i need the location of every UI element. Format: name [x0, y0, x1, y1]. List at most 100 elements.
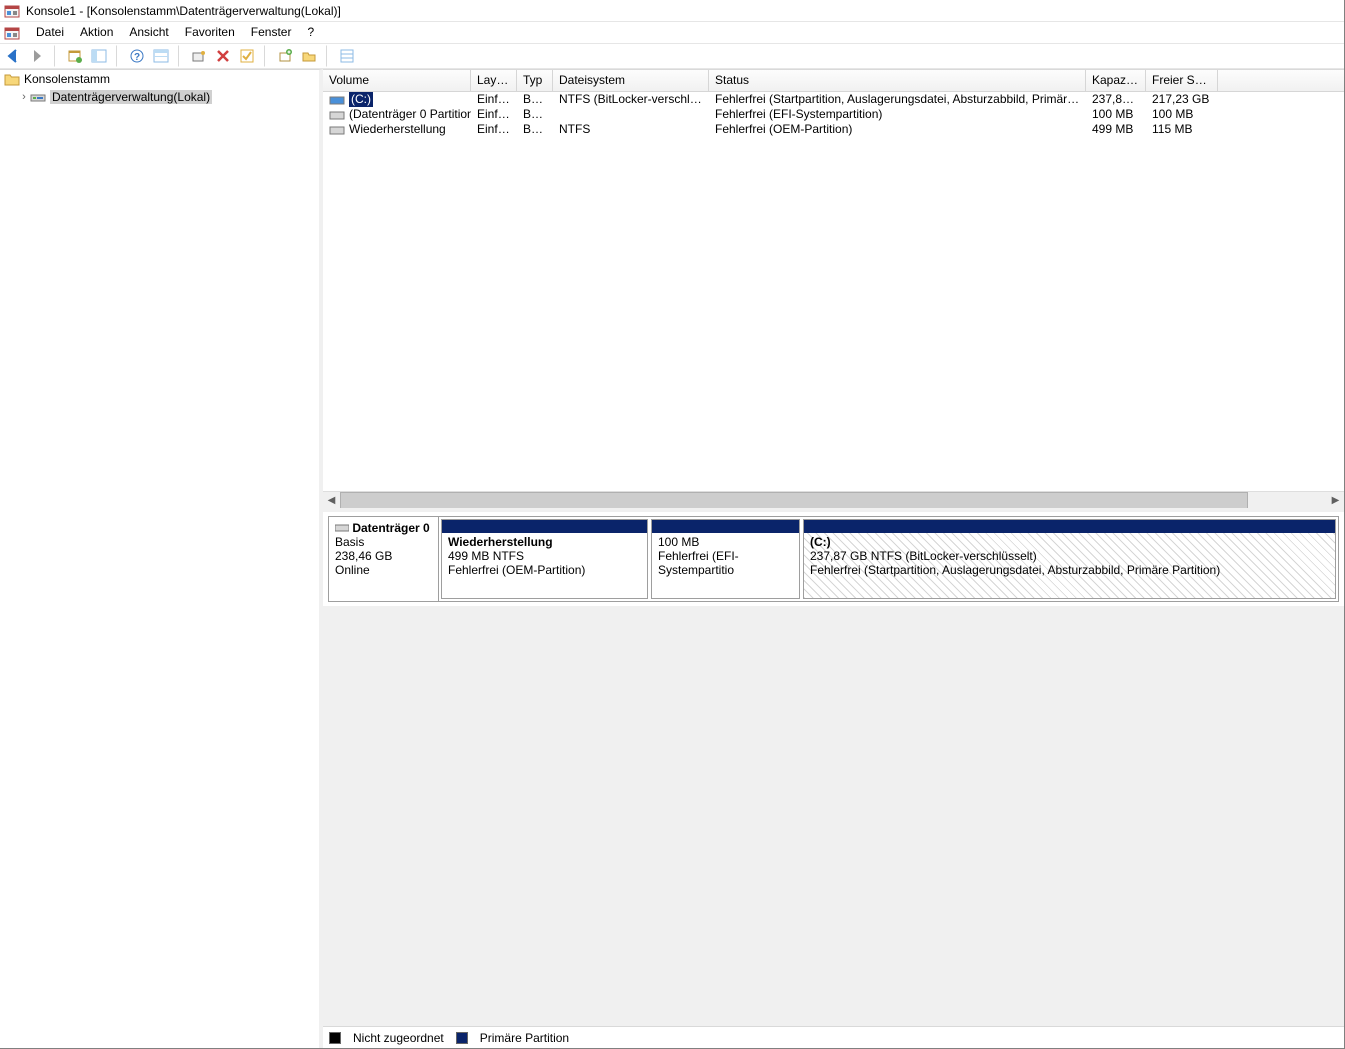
col-free[interactable]: Freier Speich — [1146, 70, 1218, 92]
volume-status: Fehlerfrei (Startpartition, Auslagerungs… — [709, 92, 1086, 107]
volume-row[interactable]: (C:) EinfachBasisNTFS (BitLocker-verschlü… — [323, 92, 1344, 107]
content-pane: Volume Layout Typ Dateisystem Status Kap… — [323, 69, 1344, 1048]
partition[interactable]: (C:)237,87 GB NTFS (BitLocker-verschlüss… — [803, 519, 1336, 599]
volume-name: (Datenträger 0 Partition 2) — [349, 107, 471, 122]
list-button[interactable] — [336, 45, 358, 67]
toolbar-sep-4 — [264, 45, 270, 67]
disk-partitions: Wiederherstellung499 MB NTFSFehlerfrei (… — [439, 517, 1338, 601]
partition-status: Fehlerfrei (Startpartition, Auslagerungs… — [810, 563, 1329, 577]
lower-fill — [323, 606, 1344, 1026]
partition-size: 237,87 GB NTFS (BitLocker-verschlüsselt) — [810, 549, 1329, 563]
disk-size: 238,46 GB — [335, 549, 392, 563]
volume-cap: 100 MB — [1086, 107, 1146, 122]
settings-button[interactable] — [188, 45, 210, 67]
menu-ansicht[interactable]: Ansicht — [121, 22, 176, 43]
partition-colorbar — [804, 520, 1335, 533]
volume-fs: NTFS (BitLocker-verschlüsselt) — [553, 92, 709, 107]
menu-fenster[interactable]: Fenster — [243, 22, 300, 43]
col-volume[interactable]: Volume — [323, 70, 471, 92]
volume-free: 100 MB — [1146, 107, 1218, 122]
volume-list[interactable]: Volume Layout Typ Dateisystem Status Kap… — [323, 70, 1344, 508]
tree-child-label: Datenträgerverwaltung(Lokal) — [50, 90, 212, 104]
menu-favoriten[interactable]: Favoriten — [177, 22, 243, 43]
forward-button[interactable] — [26, 45, 48, 67]
volume-row[interactable]: WiederherstellungEinfachBasisNTFSFehlerf… — [323, 122, 1344, 137]
back-button[interactable] — [2, 45, 24, 67]
volume-free: 217,23 GB — [1146, 92, 1218, 107]
partition-body: Wiederherstellung499 MB NTFSFehlerfrei (… — [442, 533, 647, 598]
hscroll-thumb[interactable] — [340, 492, 1248, 509]
partition-colorbar — [442, 520, 647, 533]
col-cap[interactable]: Kapazität — [1086, 70, 1146, 92]
volume-layout: Einfach — [471, 107, 517, 122]
disk-state: Online — [335, 563, 370, 577]
window-title: Konsole1 - [Konsolenstamm\Datenträgerver… — [26, 0, 341, 22]
volume-status: Fehlerfrei (EFI-Systempartition) — [709, 107, 1086, 122]
workspace: Konsolenstamm › Datenträgerverwaltung(Lo… — [0, 69, 1344, 1048]
delete-button[interactable] — [212, 45, 234, 67]
help-button[interactable]: ? — [126, 45, 148, 67]
toolbar-sep — [54, 45, 60, 67]
legend-primary: Primäre Partition — [480, 1031, 569, 1045]
volume-icon — [329, 109, 345, 121]
toolbar-sep-5 — [326, 45, 332, 67]
add-button[interactable] — [274, 45, 296, 67]
volume-name: Wiederherstellung — [349, 122, 446, 137]
disk-mgmt-icon — [30, 90, 46, 104]
col-fs[interactable]: Dateisystem — [553, 70, 709, 92]
toolbar-sep-2 — [116, 45, 122, 67]
volume-typ: Basis — [517, 122, 553, 137]
volume-cap: 499 MB — [1086, 122, 1146, 137]
tree-pane[interactable]: Konsolenstamm › Datenträgerverwaltung(Lo… — [0, 69, 323, 1048]
volume-layout: Einfach — [471, 122, 517, 137]
volume-fs: NTFS — [553, 122, 709, 137]
expand-icon[interactable]: › — [18, 91, 30, 103]
volume-name: (C:) — [349, 92, 373, 107]
mmc-icon — [4, 25, 20, 41]
swatch-unalloc — [329, 1032, 341, 1044]
hscroll-right[interactable]: ▶ — [1327, 492, 1344, 509]
hscroll-left[interactable]: ◀ — [323, 492, 340, 509]
menu-help[interactable]: ? — [299, 22, 322, 43]
partition-body: 100 MBFehlerfrei (EFI-Systempartitio — [652, 533, 799, 598]
toolbar: ? — [0, 43, 1344, 69]
volume-body: (C:) EinfachBasisNTFS (BitLocker-verschlü… — [323, 92, 1344, 491]
volume-icon — [329, 124, 345, 136]
disk-type: Basis — [335, 535, 364, 549]
tree-root[interactable]: Konsolenstamm — [0, 70, 319, 88]
folder-button[interactable] — [298, 45, 320, 67]
volume-layout: Einfach — [471, 92, 517, 107]
panel-button[interactable] — [150, 45, 172, 67]
col-typ[interactable]: Typ — [517, 70, 553, 92]
partition-name: (C:) — [810, 535, 1329, 549]
svg-text:?: ? — [134, 52, 140, 63]
menu-datei[interactable]: Datei — [28, 22, 72, 43]
tree-root-label: Konsolenstamm — [24, 72, 110, 86]
volume-typ: Basis — [517, 92, 553, 107]
partition[interactable]: 100 MBFehlerfrei (EFI-Systempartitio — [651, 519, 800, 599]
hscrollbar[interactable]: ◀ ▶ — [323, 491, 1344, 508]
hscroll-track[interactable] — [340, 492, 1327, 509]
volume-icon — [329, 94, 345, 106]
toolbar-sep-3 — [178, 45, 184, 67]
disk-info[interactable]: Datenträger 0 Basis 238,46 GB Online — [329, 517, 439, 601]
partition-status: Fehlerfrei (EFI-Systempartitio — [658, 549, 793, 577]
partition[interactable]: Wiederherstellung499 MB NTFSFehlerfrei (… — [441, 519, 648, 599]
menubar: Datei Aktion Ansicht Favoriten Fenster ? — [0, 22, 1344, 43]
partition-size: 100 MB — [658, 535, 793, 549]
titlebar: Konsole1 - [Konsolenstamm\Datenträgerver… — [0, 0, 1344, 22]
volume-row[interactable]: (Datenträger 0 Partition 2)EinfachBasisF… — [323, 107, 1344, 122]
app-icon — [4, 3, 20, 19]
check-button[interactable] — [236, 45, 258, 67]
menu-aktion[interactable]: Aktion — [72, 22, 121, 43]
newwindow-button[interactable] — [64, 45, 86, 67]
col-layout[interactable]: Layout — [471, 70, 517, 92]
folder-icon — [4, 72, 20, 86]
col-status[interactable]: Status — [709, 70, 1086, 92]
disk-graphical-panel: Datenträger 0 Basis 238,46 GB Online Wie… — [323, 508, 1344, 606]
partition-name: Wiederherstellung — [448, 535, 641, 549]
partition-colorbar — [652, 520, 799, 533]
showhide-tree-button[interactable] — [88, 45, 110, 67]
swatch-primary — [456, 1032, 468, 1044]
tree-disk-mgmt[interactable]: › Datenträgerverwaltung(Lokal) — [0, 88, 319, 106]
